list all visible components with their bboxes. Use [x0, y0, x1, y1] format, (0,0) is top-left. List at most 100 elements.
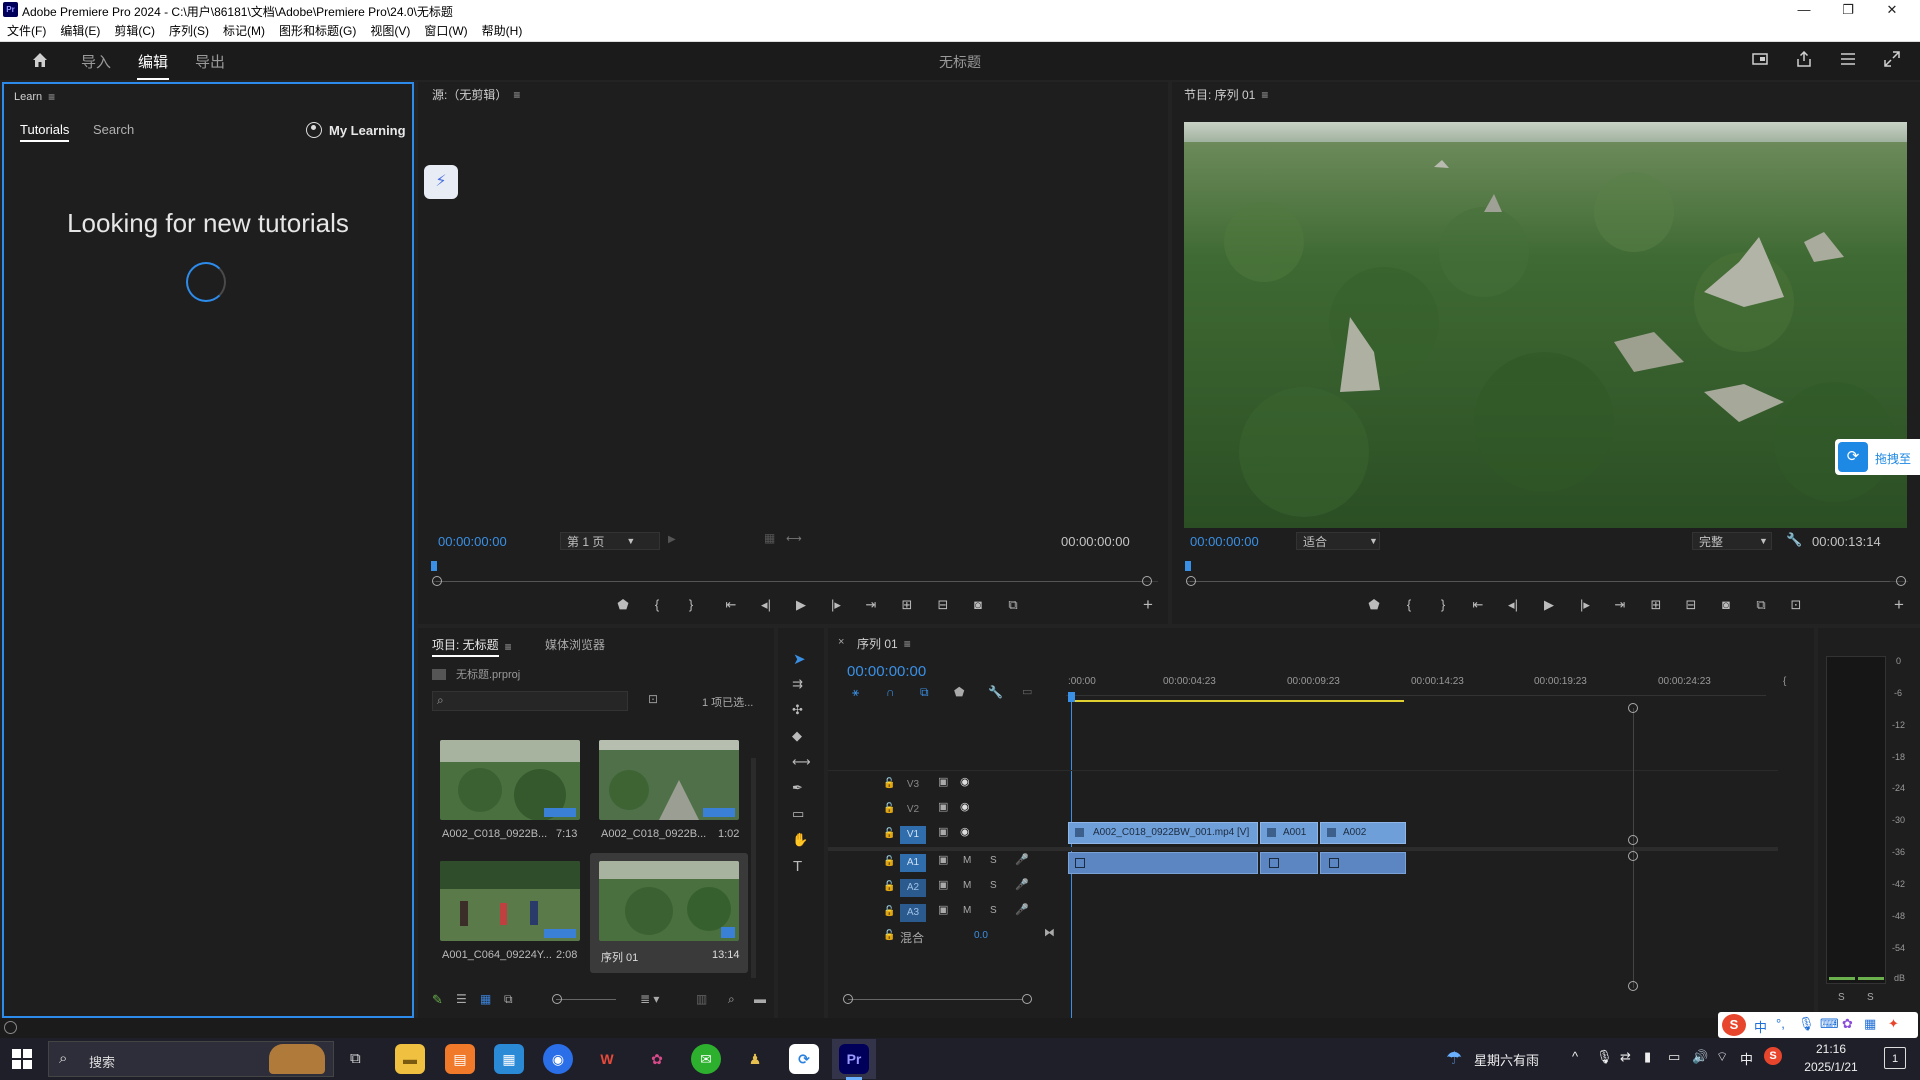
program-video-frame[interactable]	[1184, 122, 1907, 528]
microphone-icon[interactable]: 🎤	[1015, 903, 1029, 916]
browser-icon[interactable]: ◉	[543, 1044, 573, 1074]
lock-icon[interactable]: 🔓	[883, 930, 895, 941]
sequence-thumbnail[interactable]	[599, 861, 739, 941]
share-icon[interactable]	[1794, 50, 1814, 71]
menu-edit[interactable]: 编辑(E)	[53, 20, 107, 42]
mark-in-icon[interactable]: {	[646, 597, 668, 612]
track-divider[interactable]	[828, 847, 1778, 851]
lock-icon[interactable]: 🔓	[883, 856, 895, 867]
write-on-icon[interactable]: ✎	[432, 992, 443, 1008]
menu-window[interactable]: 窗口(W)	[417, 20, 474, 42]
timeline-timecode[interactable]: 00:00:00:00	[847, 663, 926, 680]
extract-icon[interactable]: ⊟	[1680, 597, 1702, 613]
lift-icon[interactable]: ⊞	[1645, 597, 1667, 613]
scroll-handle-top[interactable]	[1628, 703, 1638, 713]
ime-toolbar[interactable]: S 中 °, 🎙 ⌨ ✿ ▦ ✦	[1718, 1012, 1918, 1038]
source-playhead[interactable]	[431, 561, 437, 571]
program-panel-header[interactable]: 节目: 序列 01 ≡	[1184, 86, 1268, 103]
lock-icon[interactable]: 🔓	[883, 778, 895, 789]
export-frame-icon[interactable]: ◙	[1715, 597, 1737, 612]
menu-view[interactable]: 视图(V)	[363, 20, 417, 42]
cloud-drive-taskbar-icon[interactable]: ⟳	[789, 1044, 819, 1074]
program-timecode[interactable]: 00:00:00:00	[1190, 534, 1259, 549]
zoom-handle-left[interactable]	[1186, 576, 1196, 586]
step-back-icon[interactable]: ◂|	[755, 597, 777, 613]
find-icon[interactable]: ⌕	[728, 992, 735, 1007]
panel-menu-icon[interactable]: ≡	[1261, 88, 1268, 102]
track-select-tool-icon[interactable]: ⇉	[792, 676, 803, 692]
clock-time[interactable]: 21:16	[1782, 1042, 1880, 1056]
windows-start-icon[interactable]	[12, 1049, 32, 1072]
solo-right-button[interactable]: S	[1867, 992, 1874, 1003]
nest-toggle-icon[interactable]: ⚹	[852, 685, 859, 700]
play-icon[interactable]: ▶	[1538, 597, 1560, 613]
go-to-in-icon[interactable]: ⇤	[1467, 597, 1489, 613]
tray-sogou-icon[interactable]: S	[1764, 1047, 1782, 1065]
wrench-icon[interactable]: 🔧	[1786, 532, 1802, 548]
weather-rain-icon[interactable]: ☂	[1446, 1048, 1462, 1069]
slip-tool-icon[interactable]: ⟷	[792, 754, 811, 770]
wechat-icon[interactable]: ✉	[691, 1044, 721, 1074]
mute-button[interactable]: M	[963, 905, 971, 916]
comparison-view-icon[interactable]: ⧉	[1750, 597, 1772, 613]
audio-clip[interactable]	[1260, 852, 1318, 874]
sync-lock-icon[interactable]: ▣	[938, 825, 948, 838]
tray-expand-icon[interactable]: ^	[1572, 1049, 1578, 1064]
program-playhead[interactable]	[1185, 561, 1191, 571]
workspaces-menu-icon[interactable]	[1838, 51, 1858, 71]
razor-tool-icon[interactable]: ◆	[792, 728, 802, 744]
hand-tool-icon[interactable]: ✋	[792, 832, 808, 848]
project-search-input[interactable]: ⌕	[432, 691, 628, 711]
media-browser-tab[interactable]: 媒体浏览器	[545, 636, 605, 653]
tray-ime-label[interactable]: 中	[1740, 1049, 1753, 1068]
microphone-icon[interactable]: 🎤	[1015, 878, 1029, 891]
solo-button[interactable]: S	[990, 855, 997, 866]
menu-markers[interactable]: 标记(M)	[216, 20, 272, 42]
clip-thumbnail[interactable]	[599, 740, 739, 820]
tab-search[interactable]: Search	[93, 122, 134, 137]
mute-button[interactable]: M	[963, 855, 971, 866]
sync-lock-icon[interactable]: ▣	[938, 775, 948, 788]
menu-sequence[interactable]: 序列(S)	[162, 20, 216, 42]
add-marker-icon[interactable]: ⬟	[1363, 597, 1385, 613]
sync-lock-icon[interactable]: ▣	[938, 800, 948, 813]
wps-office-icon[interactable]: W	[592, 1044, 622, 1074]
ripple-edit-tool-icon[interactable]: ✣	[792, 702, 803, 718]
menu-file[interactable]: 文件(F)	[0, 20, 53, 42]
tray-sync-icon[interactable]: ⇄	[1620, 1049, 1631, 1065]
vertical-scrollbar[interactable]	[1633, 708, 1634, 988]
track-label-a3[interactable]: A3	[900, 904, 926, 922]
zoom-handle-right[interactable]	[1142, 576, 1152, 586]
menu-graphics[interactable]: 图形和标题(G)	[272, 20, 363, 42]
panel-menu-icon[interactable]: ≡	[904, 637, 911, 651]
mark-in-icon[interactable]: {	[1398, 597, 1420, 612]
rectangle-tool-icon[interactable]: ▭	[792, 806, 804, 822]
lock-icon[interactable]: 🔓	[883, 881, 895, 892]
linked-selection-icon[interactable]: ⧉	[920, 685, 929, 700]
step-forward-icon[interactable]: |▸	[825, 597, 847, 613]
playback-resolution-select[interactable]: 完整 ▼	[1692, 532, 1772, 550]
clip-thumbnail[interactable]	[440, 861, 580, 941]
play-icon[interactable]: ▶	[790, 597, 812, 613]
export-frame-icon[interactable]: ◙	[967, 597, 989, 612]
mark-out-icon[interactable]: }	[1432, 597, 1454, 612]
games-icon[interactable]: ♟	[740, 1044, 770, 1074]
step-forward-icon[interactable]: |▸	[1574, 597, 1596, 613]
type-tool-icon[interactable]: T	[793, 858, 802, 875]
mix-volume-value[interactable]: 0.0	[974, 930, 988, 941]
lock-icon[interactable]: 🔓	[883, 803, 895, 814]
work-area-bar[interactable]	[1068, 700, 1404, 702]
scroll-handle-bottom[interactable]	[1628, 981, 1638, 991]
tray-battery-icon[interactable]: ▭	[1668, 1049, 1680, 1065]
program-zoom-bar[interactable]	[1190, 581, 1890, 582]
solo-button[interactable]: S	[990, 905, 997, 916]
project-tab[interactable]: 项目: 无标题 ≡	[432, 636, 512, 657]
sync-lock-icon[interactable]: ▣	[938, 878, 948, 891]
file-explorer-icon[interactable]: ▬	[395, 1044, 425, 1074]
go-to-out-icon[interactable]: ⇥	[1609, 597, 1631, 613]
source-zoom-bar[interactable]	[436, 581, 1142, 582]
video-clip[interactable]: A002_C018_0922BW_001.mp4 [V]	[1068, 822, 1258, 844]
panel-menu-icon[interactable]: ≡	[48, 90, 55, 104]
zoom-handle-left[interactable]	[432, 576, 442, 586]
icon-view-icon[interactable]: ▦	[480, 992, 491, 1006]
